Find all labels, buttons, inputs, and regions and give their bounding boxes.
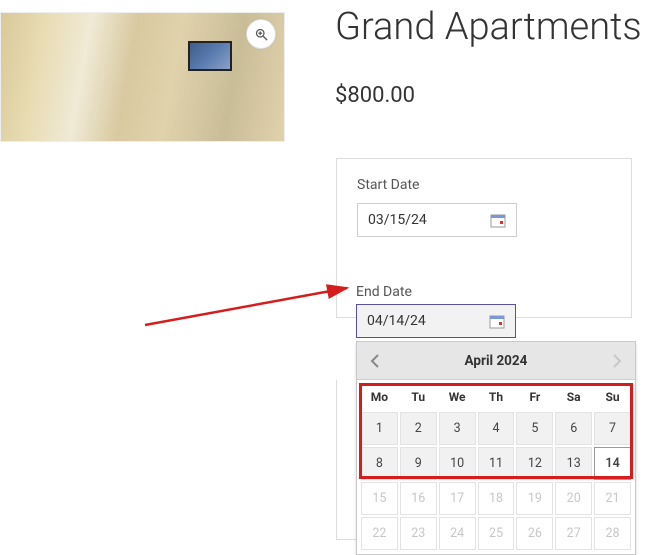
- calendar-icon: [489, 314, 505, 329]
- datepicker-day[interactable]: 11: [478, 447, 515, 480]
- end-date-value: 04/14/24: [367, 313, 426, 329]
- datepicker-day: 15: [361, 482, 398, 515]
- end-date-label: End Date: [356, 284, 412, 300]
- datepicker-dow: Th: [478, 384, 515, 410]
- datepicker-day: 20: [555, 482, 592, 515]
- datepicker-header: April 2024: [357, 342, 635, 380]
- datepicker-day: 26: [516, 517, 553, 550]
- datepicker-month-title: April 2024: [465, 353, 528, 369]
- datepicker-popup: April 2024 MoTuWeThFrSaSu123456789101112…: [356, 341, 636, 555]
- datepicker-day[interactable]: 9: [400, 447, 437, 480]
- datepicker-dow: Sa: [555, 384, 592, 410]
- datepicker-grid: MoTuWeThFrSaSu12345678910111213141516171…: [357, 380, 635, 554]
- datepicker-day: 18: [478, 482, 515, 515]
- datepicker-dow: Su: [594, 384, 631, 410]
- datepicker-day[interactable]: 7: [594, 412, 631, 445]
- start-date-value: 03/15/24: [368, 212, 427, 228]
- datepicker-day[interactable]: 13: [555, 447, 592, 480]
- datepicker-day[interactable]: 8: [361, 447, 398, 480]
- datepicker-day[interactable]: 4: [478, 412, 515, 445]
- datepicker-day[interactable]: 12: [516, 447, 553, 480]
- start-date-input[interactable]: 03/15/24: [357, 203, 517, 237]
- datepicker-day[interactable]: 14: [594, 447, 631, 480]
- datepicker-day: 25: [478, 517, 515, 550]
- datepicker-day[interactable]: 10: [439, 447, 476, 480]
- datepicker-day[interactable]: 1: [361, 412, 398, 445]
- prev-month-button[interactable]: [363, 349, 387, 373]
- product-image[interactable]: [0, 12, 285, 142]
- datepicker-day: 17: [439, 482, 476, 515]
- datepicker-day[interactable]: 2: [400, 412, 437, 445]
- datepicker-day[interactable]: 5: [516, 412, 553, 445]
- datepicker-day: 23: [400, 517, 437, 550]
- datepicker-day: 21: [594, 482, 631, 515]
- product-price: $800.00: [335, 83, 415, 108]
- calendar-icon: [490, 213, 506, 228]
- datepicker-day: 19: [516, 482, 553, 515]
- datepicker-dow: Fr: [516, 384, 553, 410]
- datepicker-dow: We: [439, 384, 476, 410]
- zoom-icon[interactable]: [246, 19, 276, 49]
- datepicker-day: 27: [555, 517, 592, 550]
- datepicker-day: 24: [439, 517, 476, 550]
- datepicker-dow: Tu: [400, 384, 437, 410]
- end-date-input[interactable]: 04/14/24: [356, 304, 516, 338]
- datepicker-day: 22: [361, 517, 398, 550]
- datepicker-day[interactable]: 6: [555, 412, 592, 445]
- datepicker-day: 16: [400, 482, 437, 515]
- annotation-arrow: [140, 270, 358, 330]
- product-title: Grand Apartments: [335, 5, 642, 49]
- datepicker-day[interactable]: 3: [439, 412, 476, 445]
- datepicker-dow: Mo: [361, 384, 398, 410]
- start-date-label: Start Date: [357, 177, 611, 193]
- next-month-button[interactable]: [605, 349, 629, 373]
- datepicker-day: 28: [594, 517, 631, 550]
